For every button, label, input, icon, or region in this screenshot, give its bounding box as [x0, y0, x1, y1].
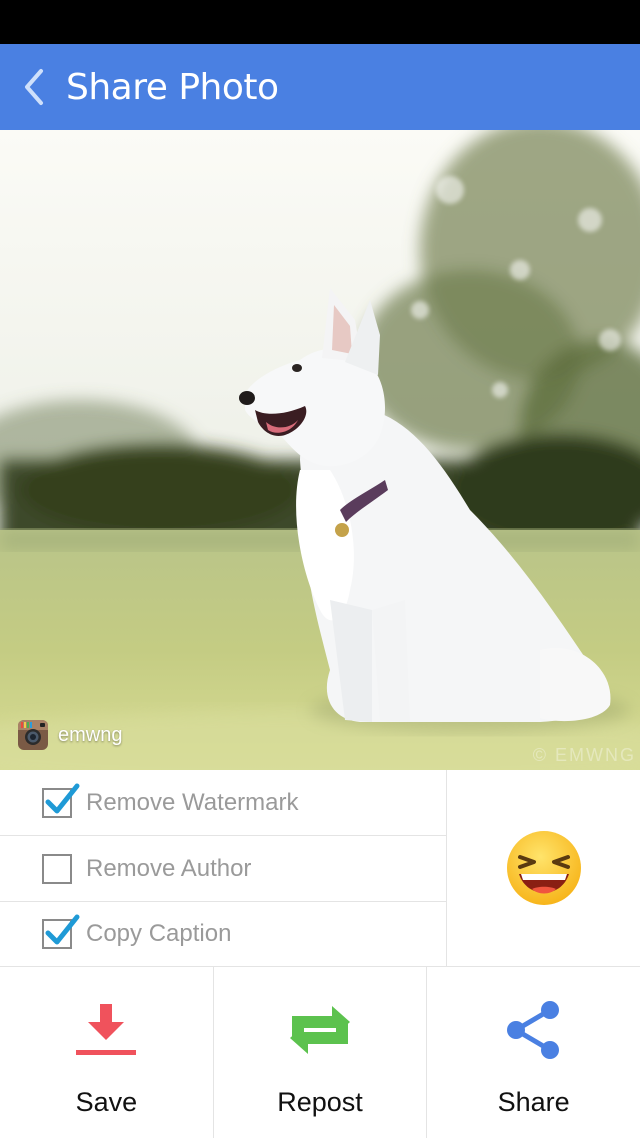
chevron-left-icon	[25, 69, 43, 105]
repost-label: Repost	[277, 1087, 363, 1117]
share-icon	[506, 1001, 559, 1059]
laughing-emoji-icon	[503, 828, 584, 909]
remove-author-checkbox[interactable]	[42, 853, 72, 884]
option-label: Copy Caption	[86, 920, 232, 947]
status-bar	[0, 0, 640, 44]
option-label: Remove Author	[86, 854, 252, 882]
photo-watermark: © EMWNG	[532, 745, 636, 765]
share-options: Remove Watermark Remove Author Copy Capt…	[0, 770, 446, 967]
option-remove-author[interactable]: Remove Author	[0, 836, 446, 902]
checkmark-icon	[45, 914, 80, 945]
back-button[interactable]	[6, 44, 62, 130]
copy-caption-checkbox[interactable]	[42, 914, 80, 949]
option-label: Remove Watermark	[86, 788, 299, 816]
share-button[interactable]: Share	[427, 967, 640, 1138]
page-title: Share Photo	[66, 66, 279, 108]
instagram-icon	[18, 720, 48, 750]
download-icon	[76, 1004, 137, 1055]
shared-photo: emwng © EMWNG	[0, 130, 640, 770]
save-button[interactable]: Save	[0, 967, 214, 1138]
remove-watermark-checkbox[interactable]	[42, 783, 80, 818]
repost-button[interactable]: Repost	[214, 967, 428, 1138]
option-copy-caption[interactable]: Copy Caption	[0, 902, 446, 967]
photo-author: emwng	[58, 723, 123, 746]
save-label: Save	[75, 1087, 138, 1117]
app-bar: Share Photo	[0, 44, 640, 130]
option-remove-watermark[interactable]: Remove Watermark	[0, 770, 446, 836]
checkmark-icon	[45, 783, 80, 813]
emoji-button[interactable]	[446, 770, 640, 967]
action-bar: Save Repost Share	[0, 966, 640, 1138]
repost-icon	[290, 1006, 350, 1054]
photo-credit: emwng	[18, 720, 122, 750]
share-label: Share	[497, 1087, 570, 1117]
